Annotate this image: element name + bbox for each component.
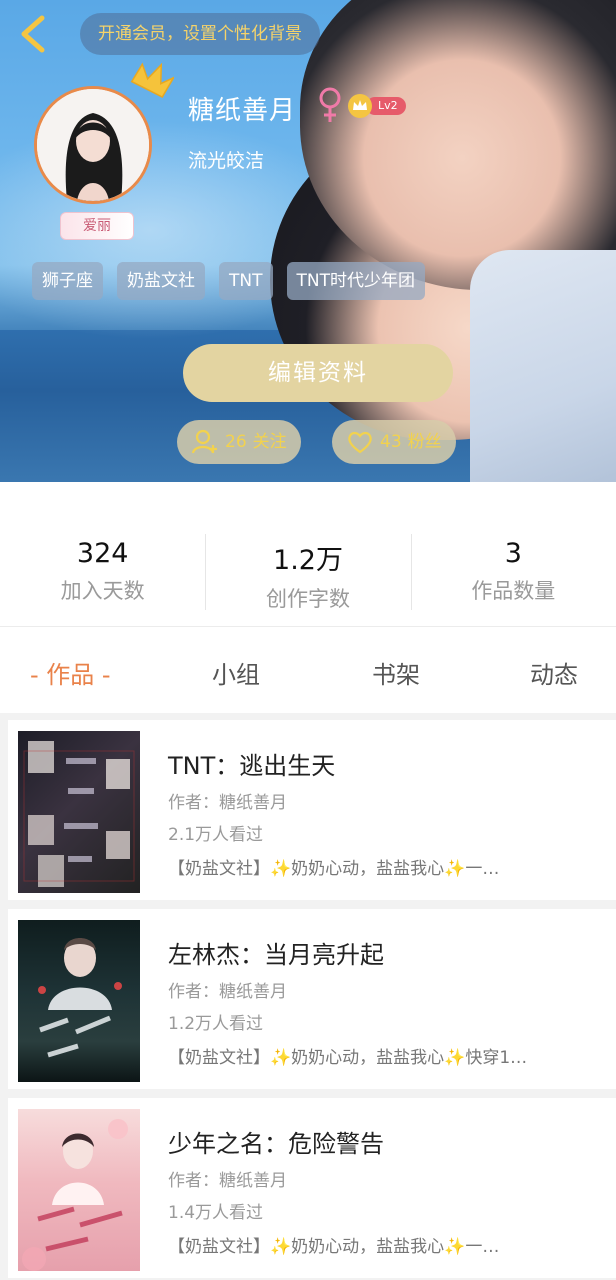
- username: 糖纸善月: [188, 96, 297, 126]
- work-cover-image[interactable]: [18, 1109, 140, 1271]
- back-button[interactable]: [14, 12, 54, 56]
- stat-value: 3: [504, 538, 522, 569]
- female-gender-icon: [319, 87, 341, 122]
- fans-label: 粉丝: [407, 432, 442, 452]
- stat-value: 324: [76, 538, 129, 569]
- stat-label: 创作字数: [265, 587, 350, 611]
- stat-join-days: 324 加入天数: [0, 482, 205, 626]
- work-description: 【奶盐文社】✨奶奶心动，盐盐我心✨一…: [168, 859, 500, 879]
- stat-value: 1.2万: [273, 545, 343, 576]
- profile-tabs: - 作品 - 小组 书架 动态: [0, 626, 616, 713]
- profile-page: 开通会员，设置个性化背景 爱丽 糖纸善月 Lv2 流光皎洁 狮子座 奶盐文社 T…: [0, 0, 616, 1280]
- user-add-icon: [191, 429, 217, 454]
- work-title[interactable]: TNT：逃出生天: [168, 746, 335, 781]
- profile-header-background: [0, 0, 616, 482]
- work-item[interactable]: TNT：逃出生天 作者：糖纸善月 2.1万人看过 【奶盐文社】✨奶奶心动，盐盐我…: [8, 720, 616, 900]
- tab-works[interactable]: - 作品 -: [30, 655, 111, 690]
- level-crown-icon: [348, 94, 372, 118]
- stat-label: 加入天数: [60, 579, 145, 603]
- work-author: 作者：糖纸善月: [168, 793, 287, 813]
- stat-works-count: 3 作品数量: [410, 482, 616, 626]
- works-list: TNT：逃出生天 作者：糖纸善月 2.1万人看过 【奶盐文社】✨奶奶心动，盐盐我…: [8, 720, 616, 1280]
- user-bio: 流光皎洁: [188, 150, 265, 172]
- work-views: 1.2万人看过: [168, 1014, 264, 1034]
- tag-item[interactable]: 奶盐文社: [117, 262, 205, 300]
- stat-word-count: 1.2万 创作字数: [205, 482, 410, 626]
- back-arrow-icon: [21, 15, 45, 53]
- work-views: 1.4万人看过: [168, 1203, 264, 1223]
- follows-button[interactable]: 26 关注: [177, 420, 301, 464]
- work-views: 2.1万人看过: [168, 825, 264, 845]
- tab-groups[interactable]: 小组: [212, 655, 260, 690]
- profile-tags: 狮子座 奶盐文社 TNT TNT时代少年团: [32, 262, 425, 300]
- tag-item[interactable]: 狮子座: [32, 262, 103, 300]
- vip-banner-button[interactable]: 开通会员，设置个性化背景: [80, 13, 320, 55]
- tag-item[interactable]: TNT: [219, 262, 273, 300]
- tab-bookshelf[interactable]: 书架: [372, 655, 420, 690]
- work-cover-image[interactable]: [18, 731, 140, 893]
- work-title[interactable]: 左林杰：当月亮升起: [168, 935, 384, 970]
- profile-stats: 324 加入天数 1.2万 创作字数 3 作品数量: [0, 482, 616, 626]
- tab-activity[interactable]: 动态: [530, 655, 578, 690]
- tag-item[interactable]: TNT时代少年团: [286, 262, 425, 300]
- work-title[interactable]: 少年之名：危险警告: [168, 1124, 384, 1159]
- heart-icon: [348, 431, 372, 454]
- work-description: 【奶盐文社】✨奶奶心动，盐盐我心✨一…: [168, 1237, 500, 1257]
- follows-count: 26: [225, 432, 247, 452]
- edit-profile-button[interactable]: 编辑资料: [183, 344, 453, 402]
- crown-icon: [130, 62, 174, 98]
- work-description: 【奶盐文社】✨奶奶心动，盐盐我心✨快穿1…: [168, 1048, 528, 1068]
- work-item[interactable]: 少年之名：危险警告 作者：糖纸善月 1.4万人看过 【奶盐文社】✨奶奶心动，盐盐…: [8, 1098, 616, 1278]
- work-author: 作者：糖纸善月: [168, 982, 287, 1002]
- work-cover-image[interactable]: [18, 920, 140, 1082]
- stat-label: 作品数量: [471, 579, 556, 603]
- work-item[interactable]: 左林杰：当月亮升起 作者：糖纸善月 1.2万人看过 【奶盐文社】✨奶奶心动，盐盐…: [8, 909, 616, 1089]
- fans-count: 43: [380, 432, 402, 452]
- follows-label: 关注: [252, 432, 287, 452]
- avatar-frame-tag: 爱丽: [60, 212, 134, 240]
- work-author: 作者：糖纸善月: [168, 1171, 287, 1191]
- fans-button[interactable]: 43 粉丝: [332, 420, 456, 464]
